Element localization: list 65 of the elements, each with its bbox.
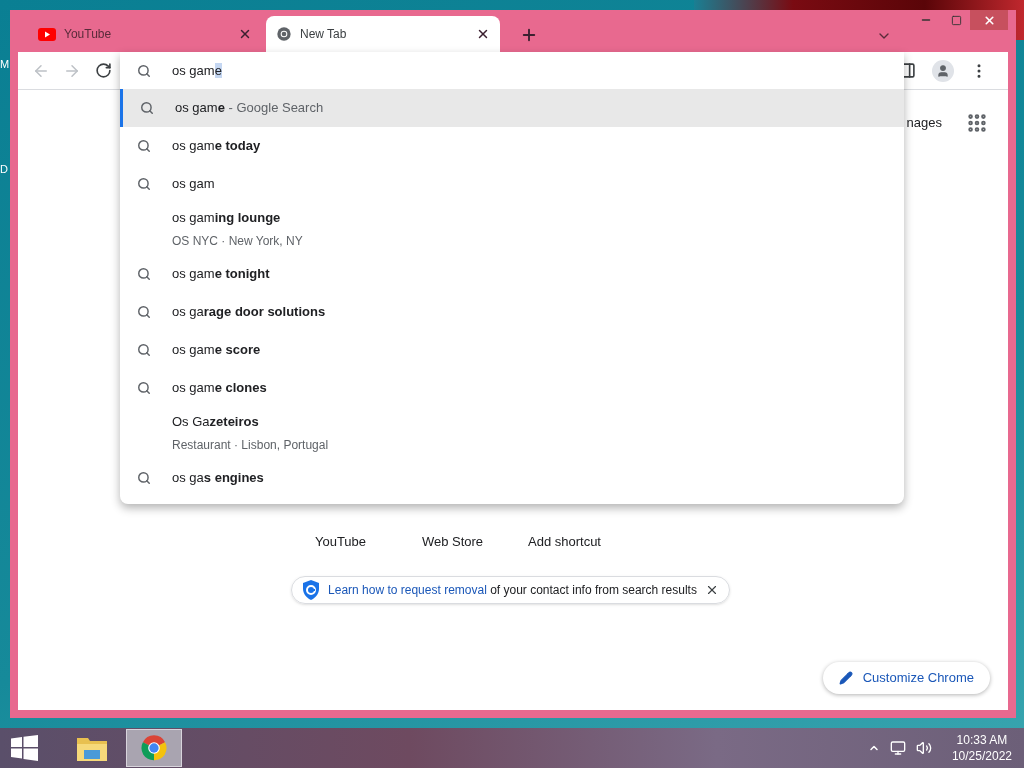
maximize-icon	[950, 14, 962, 26]
browser-logo-icon	[276, 26, 292, 42]
suggestion-text: os game clones	[172, 379, 267, 398]
suggestion-item[interactable]: os garage door solutions	[120, 293, 904, 331]
start-icon[interactable]	[11, 735, 38, 761]
apps-icon[interactable]	[966, 112, 988, 134]
suggestion-item[interactable]: os game tonight	[120, 255, 904, 293]
suggestion-item[interactable]: os gaming lounge OS NYC · New York, NY	[120, 203, 904, 255]
search-icon	[137, 267, 151, 281]
suggestion-text: os game - Google Search	[175, 99, 324, 118]
close-icon[interactable]	[476, 27, 490, 41]
suggestion-text: os game score	[172, 341, 261, 360]
suggestion-text: Os Gazeteiros	[172, 413, 260, 432]
network-icon[interactable]	[889, 740, 906, 756]
suggestion-text: os garage door solutions	[172, 303, 326, 322]
suggestion-item[interactable]: os gas engines	[120, 459, 904, 497]
search-icon	[140, 101, 154, 115]
clock-time: 10:33 AM	[956, 732, 1008, 748]
suggestion-item[interactable]: os game today	[120, 127, 904, 165]
notice-text: Learn how to request removal of your contact info from search results	[328, 581, 697, 599]
suggestion-item[interactable]: os game clones	[120, 369, 904, 407]
suggestion-text: os game today	[172, 137, 261, 156]
search-icon	[137, 177, 151, 191]
browser-logo-icon	[140, 734, 168, 762]
suggestion-item[interactable]: os gam	[120, 165, 904, 203]
reload-icon[interactable]	[95, 62, 112, 79]
new-tab-icon[interactable]	[520, 26, 538, 44]
browser-tab[interactable]: New Tab	[266, 16, 500, 52]
video-logo-icon	[38, 27, 56, 41]
pencil-icon	[838, 671, 853, 685]
suggestion-detail: Restaurant · Lisbon, Portugal	[172, 436, 329, 454]
shortcut-label[interactable]: Web Store	[396, 532, 509, 552]
tab-title: New Tab	[300, 26, 348, 43]
search-icon	[137, 63, 151, 78]
suggestion-text: os gas engines	[172, 469, 264, 488]
close-icon	[982, 13, 996, 27]
desktop-icon-label: D	[0, 163, 8, 175]
desktop-icon-label: M	[0, 58, 10, 70]
customize-chrome-button[interactable]: Customize Chrome	[822, 662, 990, 694]
address-bar[interactable]: os game	[120, 52, 904, 89]
suggestion-item[interactable]: os game score	[120, 331, 904, 369]
suggestion-text: os gam	[172, 175, 215, 194]
search-icon	[137, 343, 151, 357]
suggestion-item[interactable]: os game - Google Search	[120, 89, 904, 127]
close-window-button[interactable]	[970, 10, 1008, 30]
profile-icon[interactable]	[932, 59, 954, 82]
tab-title: YouTube	[64, 26, 113, 43]
removal-link[interactable]: Learn how to request removal	[328, 582, 487, 597]
volume-icon[interactable]	[915, 740, 932, 756]
suggestion-text: os game tonight	[172, 265, 270, 284]
search-icon	[137, 471, 151, 485]
suggestion-text: os gaming lounge	[172, 209, 282, 228]
taskbar-app[interactable]	[126, 729, 182, 767]
shortcut-label[interactable]: Add shortcut	[508, 532, 621, 552]
suggestion-item[interactable]: Os Gazeteiros Restaurant · Lisbon, Portugal	[120, 407, 904, 459]
browser-tab[interactable]: YouTube	[28, 16, 262, 52]
search-icon	[137, 381, 151, 395]
search-icon	[137, 139, 151, 153]
images-link[interactable]: nages	[906, 113, 942, 133]
clock-date: 10/25/2022	[951, 748, 1012, 764]
address-text: os game	[172, 61, 222, 80]
suggestion-detail: OS NYC · New York, NY	[172, 232, 303, 250]
search-icon	[137, 305, 151, 319]
shortcut-label[interactable]: YouTube	[284, 532, 397, 552]
shield-icon	[302, 579, 321, 600]
